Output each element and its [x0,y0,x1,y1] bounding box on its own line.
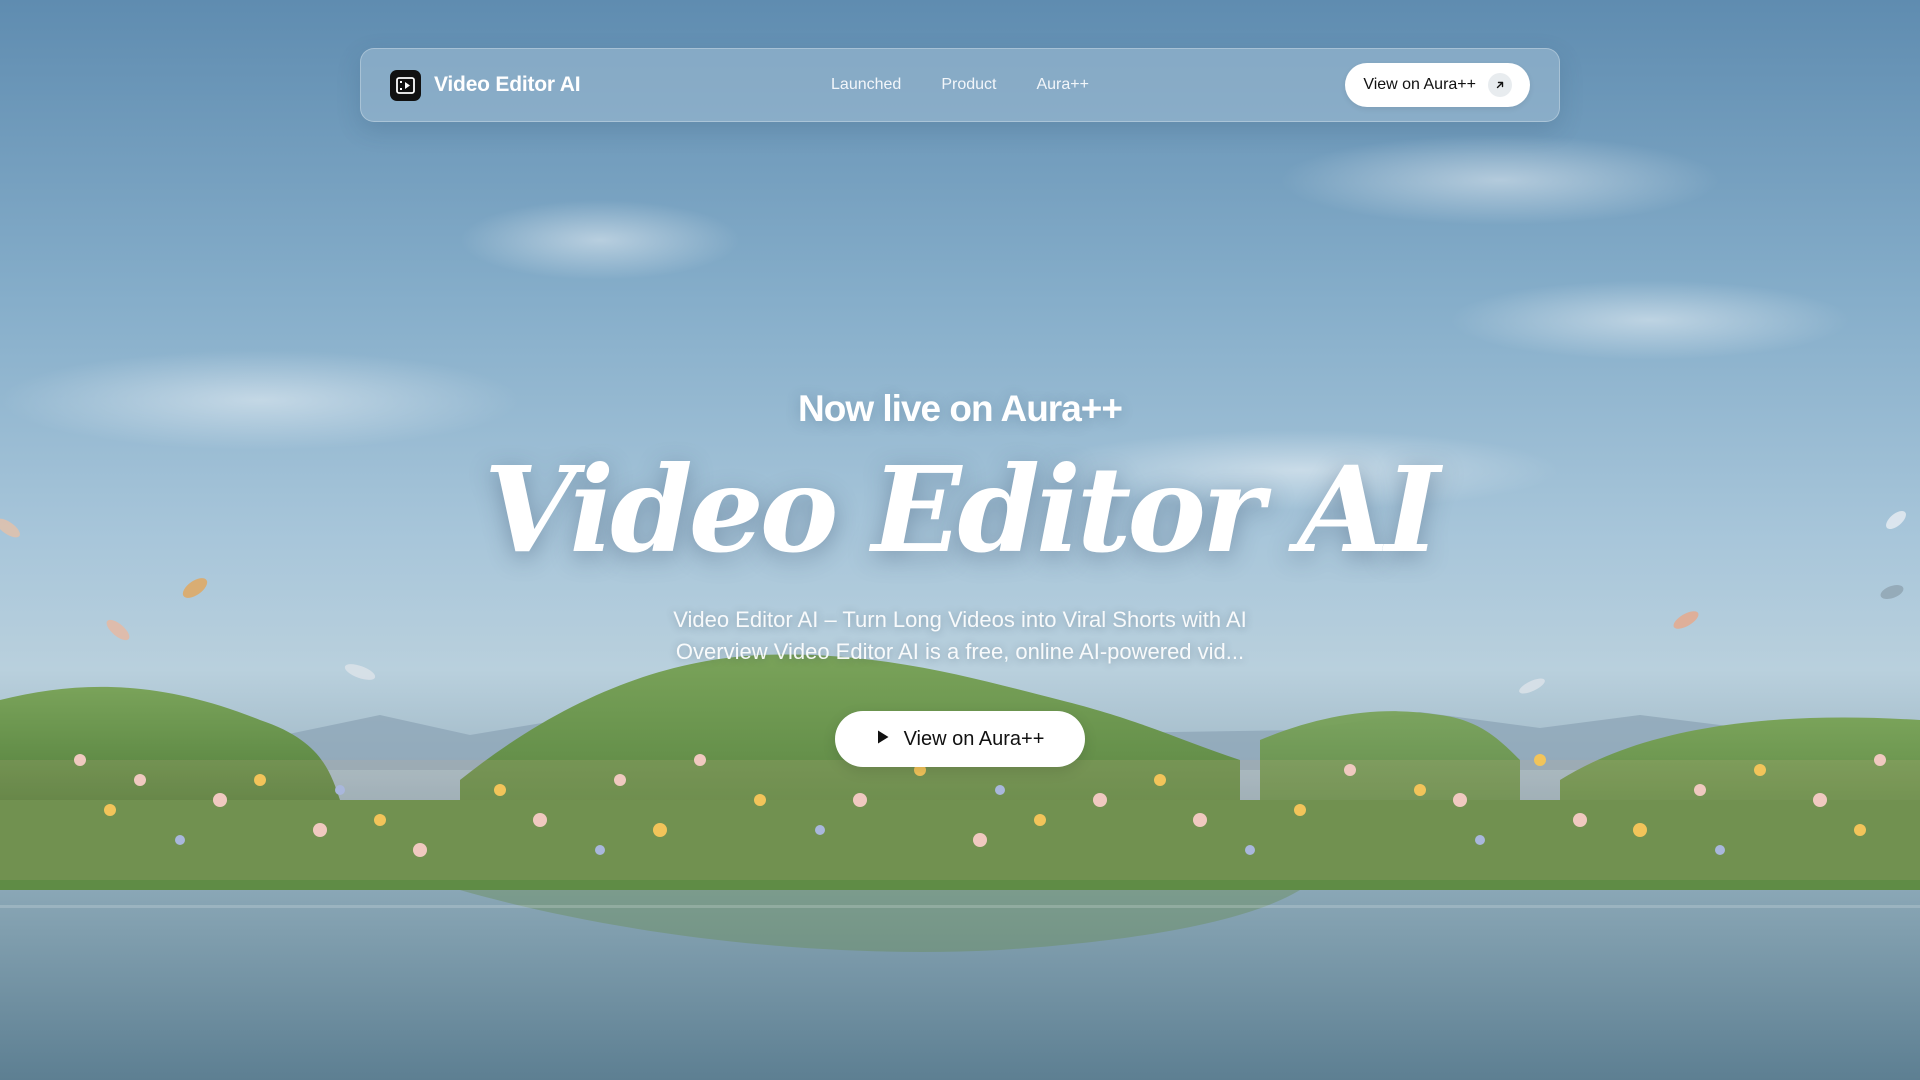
video-editor-logo-icon [390,69,421,101]
hero-title: Video Editor AI [483,440,1440,579]
brand-name: Video Editor AI [434,73,581,96]
hero-description: Video Editor AI – Turn Long Videos into … [0,604,1920,668]
hero-description-line-2: Overview Video Editor AI is a free, onli… [675,639,1245,664]
hero-eyebrow: Now live on Aura++ [798,388,1123,429]
brand[interactable]: Video Editor AI [390,69,581,101]
hero-description-line-1: Video Editor AI – Turn Long Videos into … [673,607,1247,632]
hero-cta-label: View on Aura++ [903,727,1045,750]
view-on-aura-hero-button[interactable]: View on Aura++ [835,711,1085,767]
nav-link-product[interactable]: Product [941,76,996,94]
nav-cta-label: View on Aura++ [1363,76,1476,93]
nav-link-aura[interactable]: Aura++ [1036,76,1088,94]
arrow-up-right-icon [1488,73,1512,97]
play-icon [876,728,890,751]
top-navbar: Video Editor AI Launched Product Aura++ … [360,48,1560,122]
nav-link-launched[interactable]: Launched [831,76,901,94]
view-on-aura-nav-button[interactable]: View on Aura++ [1345,63,1530,107]
